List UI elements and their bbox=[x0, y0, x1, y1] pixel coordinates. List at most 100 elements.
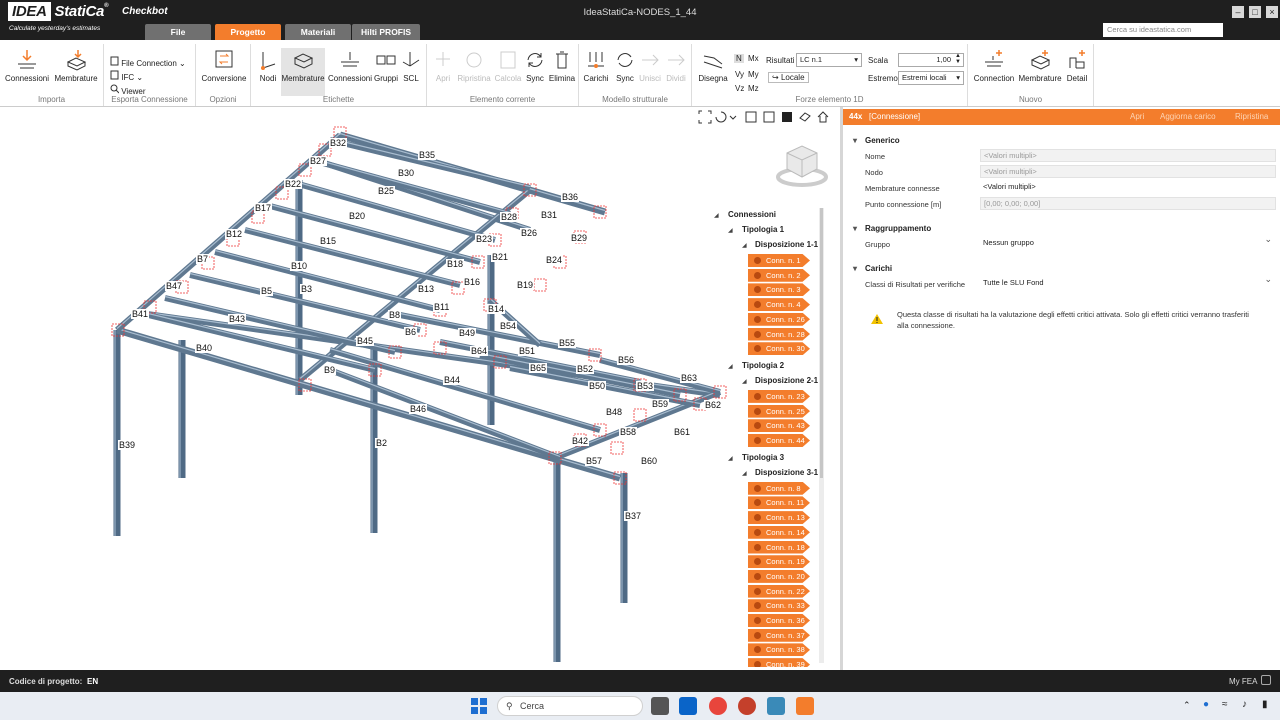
beam-highlight[interactable] bbox=[329, 137, 531, 188]
chrome-icon[interactable] bbox=[709, 697, 727, 715]
locale-toggle[interactable]: ↪ Locale bbox=[768, 72, 809, 83]
beam-highlight[interactable] bbox=[311, 157, 511, 214]
member-label[interactable]: B25 bbox=[377, 186, 396, 196]
conversione-button[interactable]: Conversione bbox=[199, 48, 249, 83]
wireframe-view-icon[interactable] bbox=[745, 111, 757, 123]
member-label[interactable]: B20 bbox=[348, 211, 367, 221]
calcola-button[interactable]: Calcola bbox=[493, 48, 523, 83]
member-label[interactable]: B17 bbox=[254, 203, 273, 213]
label-membrature-button[interactable]: Membrature bbox=[281, 48, 325, 96]
expand-arrow-icon[interactable]: ◢ bbox=[728, 455, 733, 462]
member-label[interactable]: B18 bbox=[446, 259, 465, 269]
member-label[interactable]: B26 bbox=[520, 228, 539, 238]
member-label[interactable]: B49 bbox=[458, 328, 477, 338]
tree-node-disposizione[interactable]: Disposizione 1-1 bbox=[755, 240, 818, 249]
minimize-icon[interactable]: – bbox=[1232, 6, 1244, 18]
ifc-button[interactable]: IFC ⌄ bbox=[110, 70, 143, 82]
battery-icon[interactable]: ▮ bbox=[1262, 699, 1268, 710]
myfea-icon[interactable] bbox=[1261, 675, 1271, 685]
estremo-dropdown[interactable]: Estremi locali ▾ bbox=[898, 71, 964, 85]
tree-connection-item[interactable]: Conn. n. 36 bbox=[748, 614, 810, 627]
beam-highlight[interactable] bbox=[244, 227, 461, 285]
force-mx-toggle[interactable]: Mx bbox=[748, 54, 759, 63]
task-view-icon[interactable] bbox=[651, 697, 669, 715]
taskbar-search[interactable]: ⚲ Cerca bbox=[497, 696, 643, 716]
transparent-view-icon[interactable] bbox=[763, 111, 775, 123]
member-label[interactable]: B32 bbox=[329, 138, 348, 148]
force-n-toggle[interactable]: N bbox=[734, 54, 744, 63]
chevron-up-icon[interactable]: ⌃ bbox=[1183, 700, 1191, 711]
idea-statica-taskbar-icon[interactable] bbox=[796, 697, 814, 715]
navigation-cube[interactable] bbox=[775, 143, 829, 189]
member-label[interactable]: B60 bbox=[640, 456, 659, 466]
tree-connection-item[interactable]: Conn. n. 4 bbox=[748, 298, 810, 312]
member-label[interactable]: B2 bbox=[375, 438, 389, 448]
member-label[interactable]: B9 bbox=[323, 365, 337, 375]
member-label[interactable]: B7 bbox=[196, 254, 210, 264]
member-label[interactable]: B31 bbox=[540, 210, 559, 220]
member-label[interactable]: B27 bbox=[309, 156, 328, 166]
tree-connection-item[interactable]: Conn. n. 2 bbox=[748, 268, 810, 282]
member-label[interactable]: B3 bbox=[300, 284, 314, 294]
tree-connection-item[interactable]: Conn. n. 22 bbox=[748, 584, 810, 598]
member-label[interactable]: B54 bbox=[499, 321, 518, 331]
disegna-button[interactable]: Disegna bbox=[696, 48, 730, 83]
membrature-connesse-field[interactable]: <Valori multipli> bbox=[980, 181, 1276, 194]
view-dropdown-icon[interactable] bbox=[729, 115, 737, 120]
dividi-button[interactable]: Dividi bbox=[663, 48, 689, 83]
member-label[interactable]: B15 bbox=[319, 236, 338, 246]
windows-start-icon[interactable] bbox=[470, 697, 488, 715]
member-label[interactable]: B16 bbox=[463, 277, 482, 287]
ripristina-button[interactable]: Ripristina bbox=[455, 48, 493, 83]
member-label[interactable]: B58 bbox=[619, 427, 638, 437]
elimina-button[interactable]: Elimina bbox=[547, 48, 577, 83]
member-label[interactable]: B48 bbox=[605, 407, 624, 417]
force-vy-toggle[interactable]: Vy bbox=[735, 70, 744, 79]
volume-icon[interactable]: ♪ bbox=[1242, 699, 1247, 710]
expand-arrow-icon[interactable]: ◢ bbox=[742, 470, 747, 477]
unisci-button[interactable]: Unisci bbox=[637, 48, 663, 83]
tab-materiali[interactable]: Materiali bbox=[285, 24, 351, 40]
tree-connection-item[interactable]: Conn. n. 3 bbox=[748, 283, 810, 297]
tree-connection-item[interactable]: Conn. n. 8 bbox=[748, 481, 810, 495]
member-label[interactable]: B42 bbox=[571, 436, 590, 446]
member-label[interactable]: B23 bbox=[475, 234, 494, 244]
member-label[interactable]: B22 bbox=[284, 179, 303, 189]
solid-view-icon[interactable] bbox=[782, 112, 792, 122]
apri-button[interactable]: Apri bbox=[431, 48, 455, 83]
tab-progetto[interactable]: Progetto bbox=[215, 24, 281, 40]
member-label[interactable]: B41 bbox=[131, 309, 150, 319]
member-label[interactable]: B30 bbox=[397, 168, 416, 178]
tree-connection-item[interactable]: Conn. n. 38 bbox=[748, 643, 810, 657]
expand-arrow-icon[interactable]: ◢ bbox=[742, 242, 747, 249]
beam-highlight[interactable] bbox=[189, 272, 421, 330]
member-label[interactable]: B65 bbox=[529, 363, 548, 373]
new-detail-button[interactable]: Detail bbox=[1064, 48, 1090, 83]
wifi-icon[interactable]: ≈ bbox=[1222, 699, 1228, 710]
member-label[interactable]: B36 bbox=[561, 192, 580, 202]
member-label[interactable]: B8 bbox=[388, 310, 402, 320]
maximize-icon[interactable]: □ bbox=[1249, 6, 1261, 18]
expand-arrow-icon[interactable]: ◢ bbox=[714, 212, 719, 219]
expand-arrow-icon[interactable]: ◢ bbox=[742, 378, 747, 385]
tree-node-tipologia-1[interactable]: Tipologia 1 bbox=[742, 225, 784, 234]
file-connection-button[interactable]: File Connection ⌄ bbox=[110, 56, 186, 68]
expand-arrow-icon[interactable]: ◢ bbox=[728, 363, 733, 370]
tree-connection-item[interactable]: Conn. n. 18 bbox=[748, 540, 810, 554]
member-label[interactable]: B63 bbox=[680, 373, 699, 383]
props-ripristina-button[interactable]: Ripristina bbox=[1235, 109, 1268, 125]
myfea-label[interactable]: My FEA bbox=[1229, 677, 1257, 686]
member-label[interactable]: B24 bbox=[545, 255, 564, 265]
tree-node-disposizione[interactable]: Disposizione 3-1 bbox=[755, 468, 818, 477]
tab-file[interactable]: File bbox=[145, 24, 211, 40]
label-gruppi-button[interactable]: Gruppi bbox=[373, 48, 399, 83]
member-label[interactable]: B14 bbox=[487, 304, 506, 314]
rotate-icon[interactable] bbox=[715, 111, 727, 123]
powerpoint-icon[interactable] bbox=[738, 697, 756, 715]
force-my-toggle[interactable]: My bbox=[748, 70, 759, 79]
tree-connection-item[interactable]: Conn. n. 26 bbox=[748, 312, 810, 326]
close-icon[interactable]: × bbox=[1266, 6, 1278, 18]
force-vz-toggle[interactable]: Vz bbox=[735, 84, 744, 93]
tree-connection-item[interactable]: Conn. n. 30 bbox=[748, 342, 810, 356]
tree-connection-item[interactable]: Conn. n. 28 bbox=[748, 327, 810, 341]
